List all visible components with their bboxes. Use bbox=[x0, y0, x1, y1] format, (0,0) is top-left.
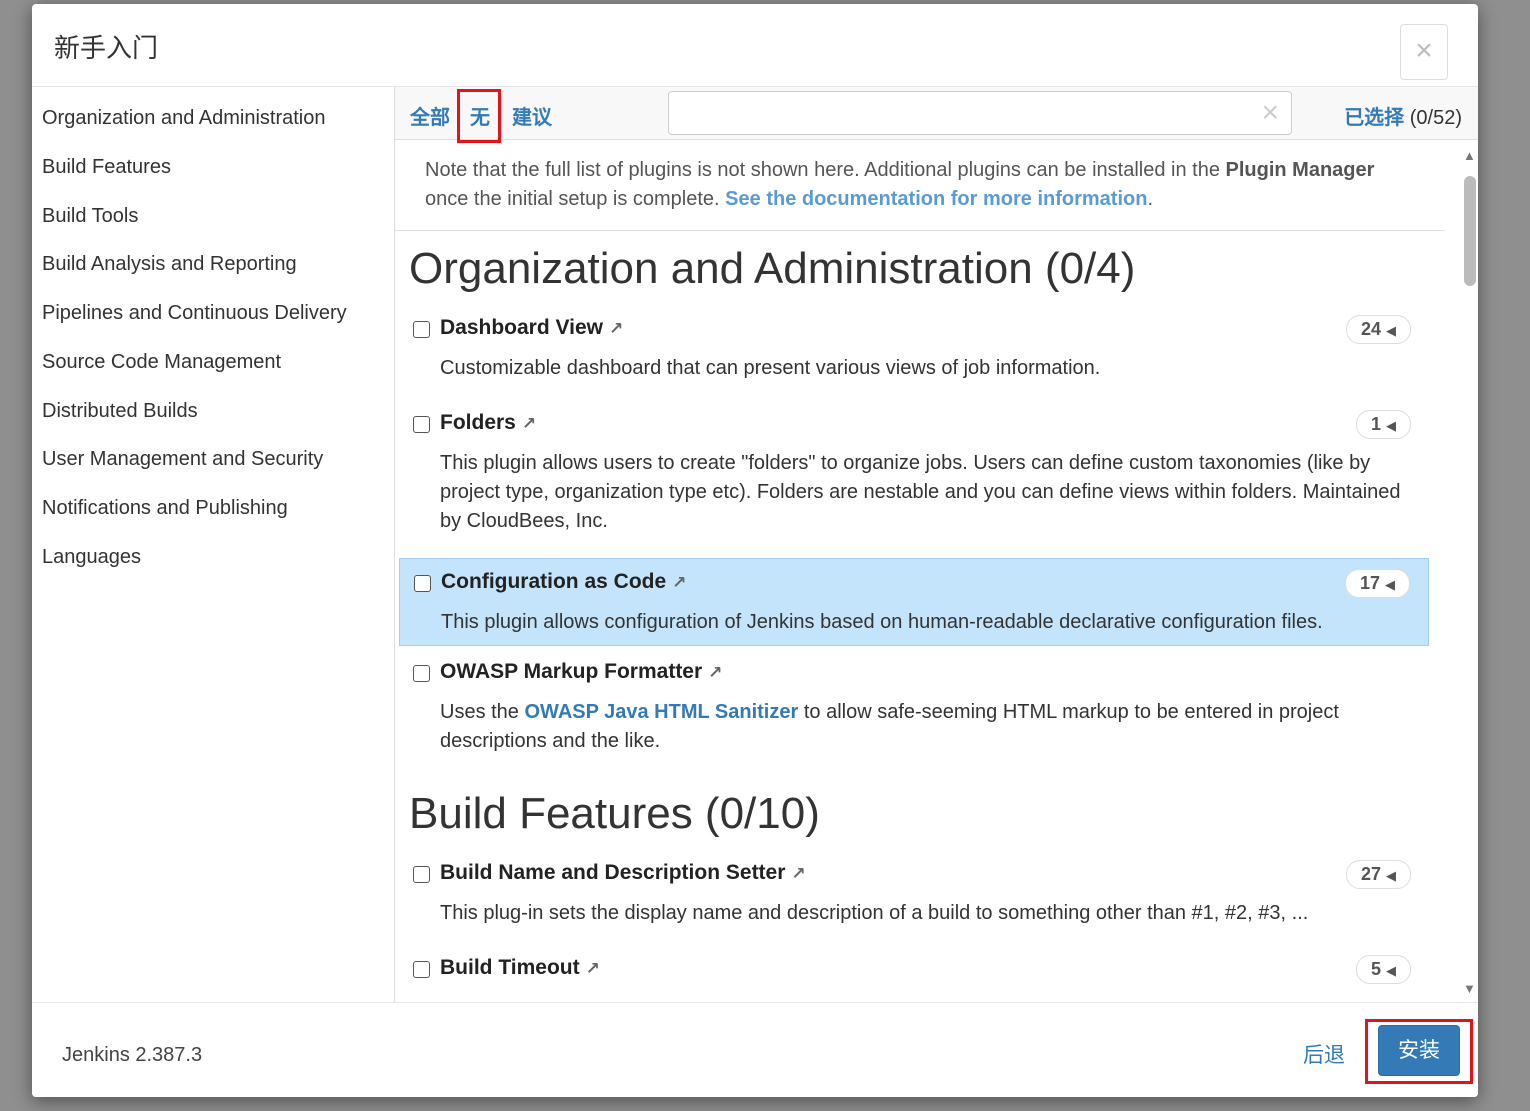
selected-filter-link[interactable]: 已选择 bbox=[1344, 107, 1404, 129]
setup-wizard-dialog: 新手入门 × Organization and Administration B… bbox=[32, 4, 1478, 1097]
close-button[interactable]: × bbox=[1400, 24, 1448, 80]
sidebar-item-build-tools[interactable]: Build Tools bbox=[42, 205, 138, 228]
scroll-up-arrow-icon[interactable]: ▲ bbox=[1463, 148, 1476, 163]
plugin-name[interactable]: OWASP Markup Formatter ↗ bbox=[440, 660, 722, 684]
plugin-manager-text: Plugin Manager bbox=[1225, 159, 1375, 181]
documentation-link[interactable]: See the documentation for more informati… bbox=[725, 188, 1147, 210]
owasp-sanitizer-link[interactable]: OWASP Java HTML Sanitizer bbox=[524, 701, 798, 723]
dependency-count-badge[interactable]: 5 ◀ bbox=[1355, 955, 1411, 984]
dialog-footer: Jenkins 2.387.3 后退 安装 bbox=[32, 1002, 1478, 1097]
select-suggested-link[interactable]: 建议 bbox=[512, 101, 552, 130]
selected-count-value: (0/52) bbox=[1409, 107, 1462, 129]
section-title-organization-and-administration: Organization and Administration (0/4) bbox=[409, 244, 1136, 293]
external-link-icon[interactable]: ↗ bbox=[609, 319, 623, 338]
divider bbox=[395, 230, 1445, 231]
plugin-search-input[interactable]: × bbox=[668, 91, 1292, 135]
back-button[interactable]: 后退 bbox=[1303, 1039, 1345, 1069]
sidebar-item-build-features[interactable]: Build Features bbox=[42, 156, 171, 179]
plugin-name[interactable]: Folders ↗ bbox=[440, 411, 536, 435]
dependency-count-badge[interactable]: 17 ◀ bbox=[1344, 569, 1410, 598]
external-link-icon[interactable]: ↗ bbox=[522, 414, 536, 433]
scrollbar-thumb[interactable] bbox=[1464, 176, 1476, 286]
external-link-icon[interactable]: ↗ bbox=[708, 663, 722, 682]
caret-left-icon: ◀ bbox=[1386, 868, 1396, 883]
caret-left-icon: ◀ bbox=[1385, 577, 1395, 592]
external-link-icon[interactable]: ↗ bbox=[586, 959, 600, 978]
plugin-checkbox[interactable] bbox=[413, 961, 430, 978]
jenkins-version: Jenkins 2.387.3 bbox=[62, 1044, 203, 1066]
plugin-description: This plugin allows configuration of Jenk… bbox=[441, 611, 1323, 633]
plugin-toolbar: 全部 | 无 建议 × 已选择 (0/52) bbox=[395, 87, 1478, 143]
sidebar-item-organization-and-administration[interactable]: Organization and Administration bbox=[42, 107, 326, 130]
caret-left-icon: ◀ bbox=[1386, 323, 1396, 338]
plugin-description: This plug-in sets the display name and d… bbox=[440, 902, 1309, 924]
plugin-item-configuration-as-code: Configuration as Code ↗ 17 ◀ This plugin a… bbox=[399, 558, 1429, 646]
plugin-note: Note that the full list of plugins is no… bbox=[425, 159, 1375, 210]
plugin-list-panel: 全部 | 无 建议 × 已选择 (0/52) Note that the ful… bbox=[395, 87, 1478, 1002]
plugin-name[interactable]: Configuration as Code ↗ bbox=[441, 570, 686, 594]
plugin-checkbox[interactable] bbox=[413, 665, 430, 682]
dialog-title: 新手入门 bbox=[54, 33, 159, 63]
plugin-item-folders: Folders ↗ 1 ◀ This plugin allows users to … bbox=[399, 407, 1429, 537]
sidebar-item-user-management-and-security[interactable]: User Management and Security bbox=[42, 448, 323, 471]
dependency-count-badge[interactable]: 27 ◀ bbox=[1345, 860, 1411, 889]
plugin-name[interactable]: Build Timeout ↗ bbox=[440, 956, 600, 980]
plugin-checkbox[interactable] bbox=[413, 321, 430, 338]
sidebar-item-build-analysis-and-reporting[interactable]: Build Analysis and Reporting bbox=[42, 253, 297, 276]
plugin-item-dashboard-view: Dashboard View ↗ 24 ◀ Customizable dashboa… bbox=[399, 312, 1429, 392]
plugin-description: Uses the OWASP Java HTML Sanitizer to al… bbox=[440, 701, 1339, 752]
dependency-count-badge[interactable]: 24 ◀ bbox=[1345, 315, 1411, 344]
select-none-annotation-box bbox=[457, 89, 501, 143]
dialog-header: 新手入门 × bbox=[32, 4, 1478, 87]
sidebar-item-notifications-and-publishing[interactable]: Notifications and Publishing bbox=[42, 497, 288, 520]
dependency-count-badge[interactable]: 1 ◀ bbox=[1355, 410, 1411, 439]
sidebar-item-distributed-builds[interactable]: Distributed Builds bbox=[42, 400, 198, 423]
select-all-link[interactable]: 全部 bbox=[410, 101, 450, 130]
sidebar-item-source-code-management[interactable]: Source Code Management bbox=[42, 351, 281, 374]
plugin-checkbox[interactable] bbox=[413, 866, 430, 883]
sidebar-item-languages[interactable]: Languages bbox=[42, 546, 141, 569]
plugin-name[interactable]: Dashboard View ↗ bbox=[440, 316, 623, 340]
external-link-icon[interactable]: ↗ bbox=[672, 573, 686, 592]
plugin-description: This plugin allows users to create "fold… bbox=[440, 452, 1401, 532]
category-sidebar: Organization and Administration Build Fe… bbox=[32, 87, 395, 1002]
plugin-checkbox[interactable] bbox=[413, 416, 430, 433]
scroll-down-arrow-icon[interactable]: ▼ bbox=[1463, 981, 1476, 996]
section-title-build-features: Build Features (0/10) bbox=[409, 789, 820, 838]
selected-count: 已选择 (0/52) bbox=[1344, 101, 1462, 130]
plugin-item-build-timeout: Build Timeout ↗ 5 ◀ bbox=[399, 952, 1429, 1002]
plugin-item-build-name-and-description-setter: Build Name and Description Setter ↗ 27 ◀ T… bbox=[399, 857, 1429, 937]
plugin-list-content: Note that the full list of plugins is no… bbox=[395, 140, 1461, 1002]
vertical-scrollbar[interactable]: ▲ ▼ bbox=[1461, 140, 1478, 1002]
sidebar-item-pipelines-and-continuous-delivery[interactable]: Pipelines and Continuous Delivery bbox=[42, 302, 347, 325]
plugin-checkbox[interactable] bbox=[414, 575, 431, 592]
external-link-icon[interactable]: ↗ bbox=[791, 864, 805, 883]
caret-left-icon: ◀ bbox=[1386, 963, 1396, 978]
plugin-name[interactable]: Build Name and Description Setter ↗ bbox=[440, 861, 806, 885]
caret-left-icon: ◀ bbox=[1386, 418, 1396, 433]
plugin-item-owasp-markup-formatter: OWASP Markup Formatter ↗ Uses the OWASP J… bbox=[399, 656, 1429, 766]
plugin-description: Customizable dashboard that can present … bbox=[440, 357, 1101, 379]
search-clear-icon[interactable]: × bbox=[1261, 96, 1279, 130]
install-button[interactable]: 安装 bbox=[1378, 1025, 1460, 1076]
